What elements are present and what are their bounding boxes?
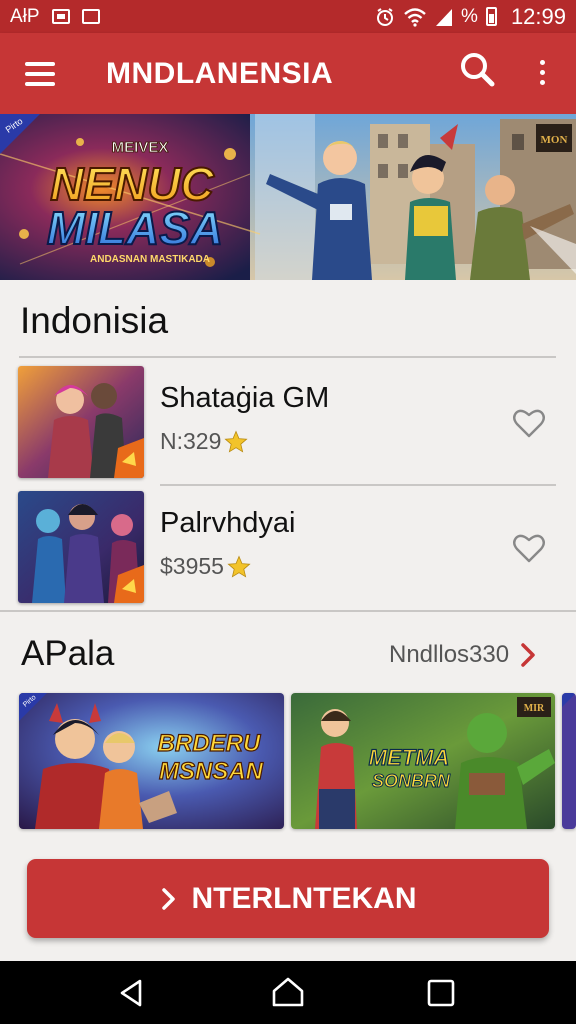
list-divider bbox=[160, 484, 556, 486]
battery-icon bbox=[485, 7, 497, 26]
clock-time: 12:99 bbox=[510, 3, 566, 29]
list-item-title: Shataġia GM bbox=[160, 382, 330, 414]
heart-icon[interactable] bbox=[512, 533, 546, 565]
back-icon[interactable] bbox=[112, 975, 152, 1011]
card-corner-tag: MIR bbox=[524, 703, 545, 714]
section-title-apala: APala bbox=[21, 634, 115, 673]
photo-notification-icon bbox=[81, 9, 100, 24]
search-icon[interactable] bbox=[455, 47, 501, 93]
game-card[interactable]: BRDERU MSNSAN Pirto bbox=[19, 693, 284, 829]
star-icon bbox=[227, 554, 251, 578]
battery-percent-label: % bbox=[461, 5, 478, 27]
banner-logo-top: MEIVEX bbox=[112, 139, 169, 156]
banner-sign-text: MON bbox=[541, 134, 568, 146]
card-title-line2: MSNSAN bbox=[159, 758, 264, 785]
game-card[interactable] bbox=[562, 693, 576, 829]
app-title: MNDLANENSIA bbox=[106, 56, 334, 90]
primary-action-label: NTERLNTEKAN bbox=[191, 881, 417, 915]
list-item-thumbnail bbox=[18, 366, 144, 478]
banner-logo-line2: MILASA bbox=[47, 202, 223, 254]
see-more-label: Nndllos330 bbox=[389, 641, 510, 668]
card-title-line2: SONBRN bbox=[372, 771, 451, 791]
carrier-label: AłP bbox=[10, 5, 40, 27]
banner-logo-sub: ANDASNAN MASTIKADA bbox=[90, 254, 210, 265]
chevron-right-icon bbox=[161, 887, 175, 910]
see-more-link[interactable]: Nndllos330 bbox=[389, 641, 537, 669]
app-bar: MNDLANENSIA bbox=[0, 33, 576, 114]
star-icon bbox=[224, 429, 248, 453]
card-title-line1: METMA bbox=[369, 745, 450, 770]
wifi-icon bbox=[404, 7, 426, 27]
menu-icon[interactable] bbox=[12, 46, 68, 102]
list-item-meta-value: N:329 bbox=[160, 428, 222, 454]
chevron-right-icon bbox=[521, 643, 535, 667]
status-bar: AłP % 12:99 bbox=[0, 0, 576, 33]
recents-icon[interactable] bbox=[420, 975, 460, 1011]
list-item-meta: $3955 bbox=[160, 553, 251, 580]
card-title-line1: BRDERU bbox=[158, 730, 261, 757]
alarm-icon bbox=[377, 7, 394, 26]
list-item[interactable]: Shataġia GM N:329 bbox=[18, 366, 558, 480]
primary-action-button[interactable]: NTERLNTEKAN bbox=[27, 859, 549, 938]
heart-icon[interactable] bbox=[512, 408, 546, 440]
section-divider bbox=[0, 610, 576, 612]
signal-icon bbox=[436, 8, 453, 26]
list-item-thumbnail bbox=[18, 491, 144, 603]
list-item-meta-value: $3955 bbox=[160, 553, 224, 579]
list-item-title: Palrvhdyai bbox=[160, 507, 296, 539]
list-item-meta: N:329 bbox=[160, 428, 248, 455]
banner-artwork: MON Pirto MEIVEX NENUC MILASA ANDASNAN M… bbox=[0, 114, 576, 280]
game-card[interactable]: METMA SONBRN MIR bbox=[291, 693, 555, 829]
list-item[interactable]: Palrvhdyai $3955 bbox=[18, 491, 558, 605]
home-icon[interactable] bbox=[268, 975, 308, 1011]
section-title-indonisia: Indonisia bbox=[20, 300, 169, 341]
more-vert-icon[interactable] bbox=[524, 47, 560, 97]
hero-banner[interactable]: MON Pirto MEIVEX NENUC MILASA ANDASNAN M… bbox=[0, 114, 576, 280]
system-nav-bar bbox=[0, 961, 576, 1024]
section-divider bbox=[19, 356, 556, 358]
image-notification-icon bbox=[51, 9, 70, 24]
